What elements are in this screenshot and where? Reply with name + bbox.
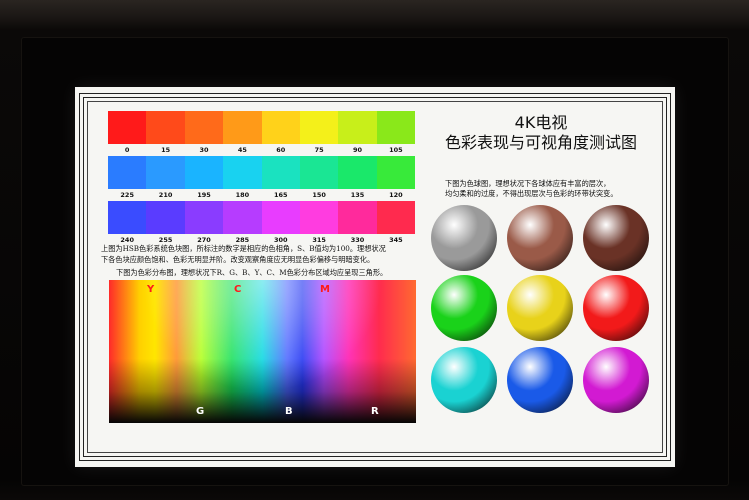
hue-angle-label: 30	[199, 146, 209, 154]
hue-swatch	[376, 156, 416, 189]
hue-angle-label: 45	[237, 146, 247, 154]
color-sphere-magenta	[583, 347, 649, 413]
hue-angle-label: 105	[389, 146, 403, 154]
hue-swatch	[299, 201, 339, 234]
hue-angle-label: 60	[276, 146, 286, 154]
hue-swatch	[261, 111, 300, 144]
gamut-note: 下图为色彩分布图，理想状况下R、G、B、Y、C、M色彩分布区域均应呈现三角形。	[116, 268, 388, 277]
hue-swatch	[261, 201, 300, 234]
hue-label-row-2: 225 210 195 180 165 150 135 120	[108, 191, 415, 199]
hue-swatch-row-2	[108, 156, 416, 189]
gamut-label-m: M	[320, 284, 330, 295]
gamut-label-c: C	[234, 284, 242, 295]
gamut-label-r: R	[371, 406, 379, 417]
hue-swatch	[184, 156, 224, 189]
hue-swatch	[108, 156, 147, 189]
hue-swatch-row-3	[108, 201, 416, 234]
hue-swatch	[146, 201, 185, 234]
hue-angle-label: 225	[120, 191, 134, 199]
hue-angle-label: 180	[235, 191, 250, 199]
hue-swatch	[184, 201, 224, 234]
sphere-note-line-2: 均匀柔和的过度，不得出现层次与色彩的环带状突变。	[445, 189, 618, 198]
hue-swatch	[146, 111, 185, 144]
hue-angle-label: 15	[161, 146, 171, 154]
hue-angle-label: 150	[312, 191, 326, 199]
gamut-label-g: G	[196, 406, 205, 417]
tv-screen: 0 15 30 45 60 75 90 105 225 210 195 180 165 150 135 12…	[75, 87, 675, 467]
color-sphere-blue	[507, 347, 573, 413]
color-sphere-green	[431, 275, 497, 341]
hue-angle-label: 0	[124, 146, 130, 154]
hsb-note-line-1: 上图为HSB色彩系统色块图，所标注的数字是相应的色相角，S、B值均为100。理想…	[101, 244, 386, 253]
hue-swatch	[223, 156, 262, 189]
title-line-2: 色彩表现与可视角度测试图	[444, 133, 637, 152]
hue-label-row-1: 0 15 30 45 60 75 90 105	[108, 146, 415, 154]
hue-swatch	[376, 111, 416, 144]
hue-swatch	[184, 111, 224, 144]
gamut-label-y: Y	[147, 284, 155, 295]
hue-swatch-row-1	[108, 111, 416, 144]
gamut-label-b: B	[285, 406, 293, 417]
color-gamut-chart: Y C M G B R	[109, 280, 416, 423]
hue-angle-label: 135	[350, 191, 365, 199]
hue-angle-label: 120	[389, 191, 403, 199]
color-sphere-yellow	[507, 275, 573, 341]
color-sphere-skin	[507, 205, 573, 271]
hue-swatch	[338, 111, 377, 144]
hue-swatch	[261, 156, 300, 189]
hue-swatch	[146, 156, 185, 189]
hue-swatch	[108, 111, 147, 144]
hue-swatch	[299, 111, 339, 144]
hue-angle-label: 90	[353, 146, 363, 154]
hue-angle-label: 165	[273, 191, 288, 199]
hue-angle-label: 75	[314, 146, 324, 154]
color-sphere-red	[583, 275, 649, 341]
color-sphere-brown	[583, 205, 649, 271]
color-sphere-cyan	[431, 347, 497, 413]
hue-angle-label: 195	[197, 191, 211, 199]
hue-swatch	[223, 201, 262, 234]
gamut-white-wash	[109, 280, 416, 423]
hue-swatch	[338, 156, 377, 189]
hue-swatch	[299, 156, 339, 189]
hue-swatch	[223, 111, 262, 144]
hue-swatch	[108, 201, 147, 234]
hue-swatch	[376, 201, 416, 234]
hue-swatch	[338, 201, 377, 234]
color-sphere-gray	[431, 205, 497, 271]
hue-angle-label: 210	[158, 191, 173, 199]
hsb-note-line-2: 下各色块应颜色饱和、色彩无明显并阶。改变观察角度应无明显色彩偏移与明暗变化。	[101, 255, 375, 264]
